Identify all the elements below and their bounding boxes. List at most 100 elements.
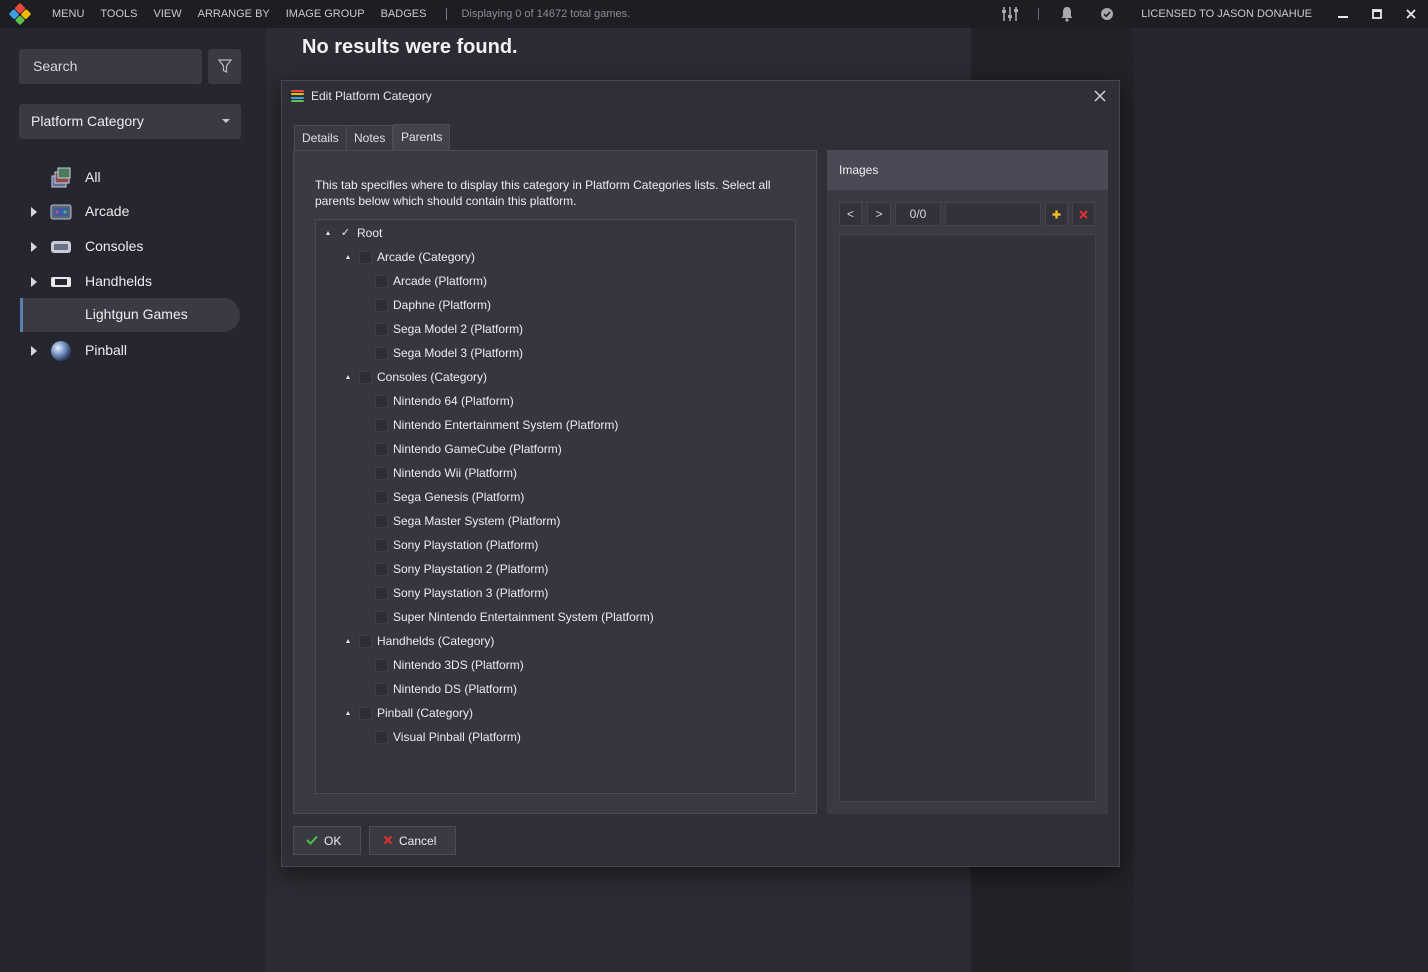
dialog-header: Edit Platform Category — [282, 81, 1119, 113]
tree-node-label: Sony Playstation (Platform) — [393, 538, 539, 552]
checkbox[interactable] — [375, 346, 388, 360]
tree-node[interactable]: Visual Pinball (Platform) — [375, 726, 521, 748]
dialog-title: Edit Platform Category — [311, 89, 432, 103]
menu-separator — [446, 8, 448, 20]
menu-item-tools[interactable]: TOOLS — [92, 0, 145, 28]
tree-node[interactable]: Nintendo 64 (Platform) — [375, 390, 514, 412]
sidebar-item-label: Handhelds — [85, 273, 152, 289]
tab-details[interactable]: Details — [294, 125, 347, 150]
checkbox[interactable] — [375, 658, 388, 672]
tree-node[interactable]: Sega Genesis (Platform) — [375, 486, 524, 508]
tree-node-label: Super Nintendo Entertainment System (Pla… — [393, 610, 654, 624]
sidebar-item-label: Arcade — [85, 203, 130, 219]
sidebar-item-all[interactable]: All — [20, 161, 240, 195]
tree-node[interactable]: Arcade (Platform) — [375, 270, 487, 292]
parents-tree: ✓ Root Arcade (Category) Arcade (Platform) D… — [315, 219, 796, 794]
toolbar-separator — [1038, 8, 1040, 20]
checkbox[interactable] — [375, 466, 388, 480]
sidebar-item-consoles[interactable]: Consoles — [20, 230, 240, 264]
checkbox[interactable] — [359, 250, 372, 264]
expand-arrow-icon[interactable] — [346, 255, 350, 259]
no-results-message: No results were found. — [302, 36, 518, 58]
expand-arrow-icon[interactable] — [31, 277, 37, 287]
checkbox[interactable] — [375, 730, 388, 744]
tab-parents[interactable]: Parents — [393, 124, 451, 150]
checkbox-checked[interactable]: ✓ — [339, 227, 352, 240]
tree-node[interactable]: Daphne (Platform) — [375, 294, 491, 316]
ok-button[interactable]: OK — [293, 826, 361, 855]
images-header: Images — [827, 150, 1108, 190]
tree-node[interactable]: Nintendo 3DS (Platform) — [375, 654, 524, 676]
checkbox[interactable] — [375, 490, 388, 504]
tree-node[interactable]: Sony Playstation (Platform) — [375, 534, 538, 556]
sidebar-item-arcade[interactable]: Arcade — [20, 195, 240, 229]
tree-node[interactable]: Nintendo Wii (Platform) — [375, 462, 517, 484]
expand-arrow-icon[interactable] — [31, 207, 37, 217]
tree-node[interactable]: Pinball (Category) — [346, 702, 473, 724]
bell-icon[interactable] — [1047, 0, 1087, 28]
checkbox[interactable] — [375, 274, 388, 288]
checkbox[interactable] — [375, 322, 388, 336]
expand-arrow-icon[interactable] — [346, 375, 350, 379]
previous-image-button[interactable]: < — [839, 202, 862, 226]
checkbox[interactable] — [375, 610, 388, 624]
checkbox[interactable] — [375, 514, 388, 528]
close-window-button[interactable] — [1394, 0, 1428, 28]
menu-item-view[interactable]: VIEW — [145, 0, 189, 28]
checkbox[interactable] — [375, 394, 388, 408]
tree-node-label: Nintendo DS (Platform) — [393, 682, 518, 696]
sidebar-item-lightgun-games[interactable]: Lightgun Games — [20, 298, 240, 332]
cancel-button[interactable]: Cancel — [369, 826, 456, 855]
sidebar-item-pinball[interactable]: Pinball — [20, 334, 240, 368]
tree-node[interactable]: Consoles (Category) — [346, 366, 487, 388]
checkbox[interactable] — [375, 442, 388, 456]
next-image-button[interactable]: > — [867, 202, 891, 226]
checkbox[interactable] — [375, 682, 388, 696]
tree-node[interactable]: Sega Model 3 (Platform) — [375, 342, 523, 364]
tree-node[interactable]: Nintendo DS (Platform) — [375, 678, 517, 700]
menu-item-image-group[interactable]: IMAGE GROUP — [278, 0, 373, 28]
equalizer-icon[interactable] — [990, 0, 1030, 28]
tree-node[interactable]: Handhelds (Category) — [346, 630, 494, 652]
checkbox[interactable] — [375, 298, 388, 312]
tree-node[interactable]: Sega Master System (Platform) — [375, 510, 560, 532]
tree-node[interactable]: ✓ Root — [326, 222, 382, 244]
check-circle-icon[interactable] — [1087, 0, 1127, 28]
search-input[interactable]: Search — [19, 49, 202, 84]
tree-node[interactable]: Sega Model 2 (Platform) — [375, 318, 523, 340]
menu-item-arrange-by[interactable]: ARRANGE BY — [190, 0, 278, 28]
maximize-button[interactable] — [1360, 0, 1394, 28]
tab-notes[interactable]: Notes — [346, 125, 394, 150]
sidebar-item-label: Lightgun Games — [85, 306, 188, 322]
checkbox[interactable] — [375, 538, 388, 552]
expand-arrow-icon[interactable] — [326, 231, 330, 235]
dialog-close-button[interactable] — [1091, 87, 1109, 107]
menu-item-menu[interactable]: MENU — [44, 0, 92, 28]
checkbox[interactable] — [359, 706, 372, 720]
tree-node[interactable]: Sony Playstation 2 (Platform) — [375, 558, 548, 580]
tree-node[interactable]: Nintendo Entertainment System (Platform) — [375, 414, 618, 436]
tree-node[interactable]: Sony Playstation 3 (Platform) — [375, 582, 548, 604]
sidebar-item-handhelds[interactable]: Handhelds — [20, 265, 240, 299]
expand-arrow-icon[interactable] — [346, 639, 350, 643]
checkbox[interactable] — [375, 586, 388, 600]
menu-item-badges[interactable]: BADGES — [373, 0, 435, 28]
expand-arrow-icon[interactable] — [31, 242, 37, 252]
filter-button[interactable] — [208, 49, 241, 84]
tree-node[interactable]: Arcade (Category) — [346, 246, 475, 268]
checkbox[interactable] — [375, 418, 388, 432]
expand-arrow-icon[interactable] — [31, 346, 37, 356]
add-image-button[interactable] — [1045, 202, 1068, 226]
minimize-button[interactable] — [1326, 0, 1360, 28]
tree-node-label: Sega Master System (Platform) — [393, 514, 561, 528]
view-dropdown[interactable]: Platform Category — [19, 104, 241, 139]
checkbox[interactable] — [359, 634, 372, 648]
checkbox[interactable] — [375, 562, 388, 576]
tree-node-label: Sega Model 2 (Platform) — [393, 322, 524, 336]
tree-node[interactable]: Super Nintendo Entertainment System (Pla… — [375, 606, 654, 628]
delete-image-button[interactable] — [1072, 202, 1095, 226]
expand-arrow-icon[interactable] — [346, 711, 350, 715]
checkbox[interactable] — [359, 370, 372, 384]
tree-node[interactable]: Nintendo GameCube (Platform) — [375, 438, 562, 460]
image-type-field[interactable] — [945, 202, 1041, 226]
